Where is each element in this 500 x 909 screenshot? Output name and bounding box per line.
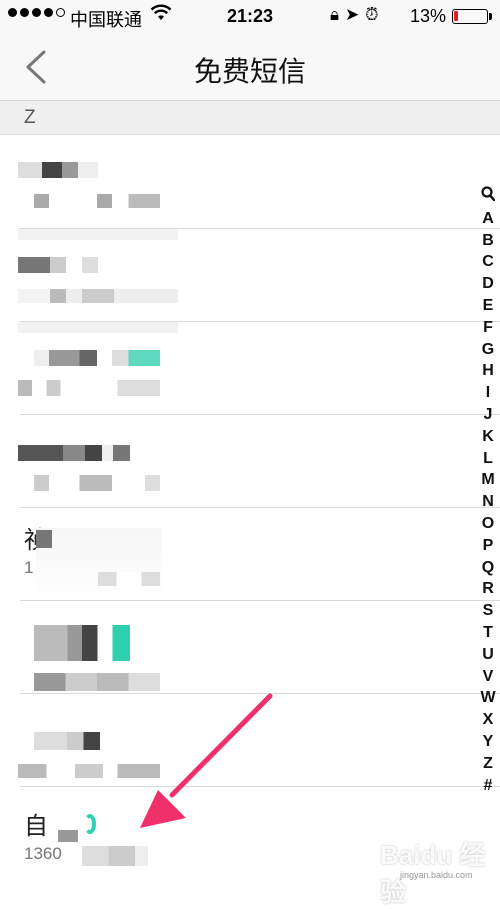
battery-percentage: 13% <box>410 6 447 26</box>
index-letter-m[interactable]: M <box>481 469 494 491</box>
index-letter-r[interactable]: R <box>482 578 494 600</box>
index-letter-l[interactable]: L <box>483 448 493 470</box>
index-letter-z[interactable]: Z <box>483 753 493 775</box>
contact-row[interactable] <box>0 694 500 787</box>
contact-row[interactable] <box>0 415 500 508</box>
watermark-url: jingyan.baidu.com <box>400 870 473 880</box>
index-letter-q[interactable]: Q <box>482 557 494 579</box>
contact-row[interactable]: 祯 1 <box>0 508 500 602</box>
index-letter-e[interactable]: E <box>483 295 494 317</box>
index-letter-x[interactable]: X <box>483 709 494 731</box>
alarm-icon: ⏰︎ <box>365 5 385 24</box>
index-letter-w[interactable]: W <box>480 687 495 709</box>
navigation-bar: 免费短信 <box>0 32 500 101</box>
index-letter-v[interactable]: V <box>483 666 494 688</box>
index-letter-i[interactable]: I <box>486 382 490 404</box>
index-letter-hash[interactable]: # <box>484 775 493 797</box>
status-bar: 中国联通 21:23 🔒︎➤⏰︎ 13% <box>0 0 500 32</box>
battery-level-fill <box>454 11 459 21</box>
index-letter-p[interactable]: P <box>483 535 494 557</box>
contact-row[interactable] <box>0 322 500 415</box>
alphabet-index-bar[interactable]: A B C D E F G H I J K L M N O P Q R S T U V W X Y Z # <box>476 186 500 796</box>
index-letter-s[interactable]: S <box>483 600 494 622</box>
index-letter-y[interactable]: Y <box>483 731 494 753</box>
battery-icon <box>452 9 488 24</box>
contact-name: 自 <box>24 813 48 840</box>
index-letter-a[interactable]: A <box>482 208 494 230</box>
section-header: Z <box>0 101 500 135</box>
index-letter-o[interactable]: O <box>482 513 494 535</box>
contact-phone: 1360 <box>24 844 62 863</box>
index-letter-t[interactable]: T <box>483 622 493 644</box>
index-letter-c[interactable]: C <box>482 251 494 273</box>
rotation-lock-icon: 🔒︎ <box>330 5 346 24</box>
index-letter-g[interactable]: G <box>482 339 494 361</box>
page-title: 免费短信 <box>193 56 306 87</box>
search-icon[interactable] <box>481 186 496 208</box>
contact-phone: 1 <box>24 558 34 577</box>
index-letter-j[interactable]: J <box>484 404 493 426</box>
contact-row[interactable] <box>0 229 500 333</box>
contact-row[interactable] <box>0 136 500 240</box>
index-letter-u[interactable]: U <box>482 644 494 666</box>
index-letter-f[interactable]: F <box>483 317 493 339</box>
index-letter-h[interactable]: H <box>482 360 494 382</box>
index-letter-b[interactable]: B <box>482 230 494 252</box>
index-letter-d[interactable]: D <box>482 273 494 295</box>
location-icon: ➤ <box>345 5 366 24</box>
index-letter-n[interactable]: N <box>482 491 494 513</box>
contact-row[interactable] <box>0 601 500 694</box>
index-letter-k[interactable]: K <box>482 426 494 448</box>
section-letter: Z <box>24 107 36 128</box>
